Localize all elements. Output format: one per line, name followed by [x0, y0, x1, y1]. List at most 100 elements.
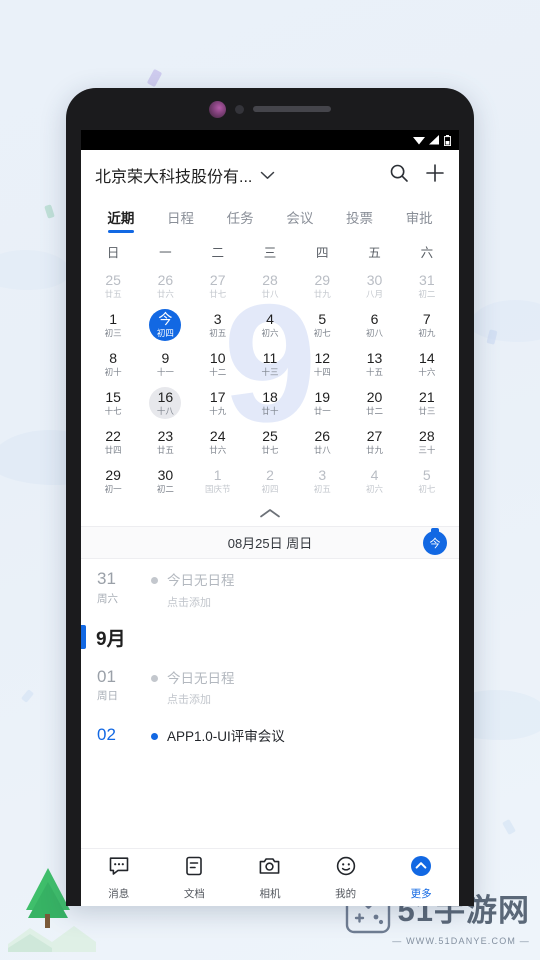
calendar-day-cell[interactable]: 21 廿三 [401, 384, 453, 423]
calendar-day-cell[interactable]: 28 廿八 [244, 267, 296, 306]
calendar-day-lunar: 廿九 [313, 288, 331, 299]
calendar-day-cell[interactable]: 9 十一 [139, 345, 191, 384]
calendar-day-cell[interactable]: 26 廿六 [139, 267, 191, 306]
calendar-day-inner: 15 十七 [97, 387, 129, 419]
calendar-day-lunar: 初四 [261, 483, 279, 494]
calendar-day-cell[interactable]: 31 初二 [401, 267, 453, 306]
calendar-day-lunar: 八月 [366, 288, 384, 299]
calendar-day-cell[interactable]: 1 国庆节 [192, 462, 244, 501]
tab-4[interactable]: 投票 [330, 200, 390, 234]
calendar-day-cell[interactable]: 25 廿五 [87, 267, 139, 306]
agenda-row[interactable]: 01 周日 今日无日程点击添加 [81, 657, 459, 716]
calendar-collapse-button[interactable] [81, 501, 459, 527]
nav-item-相机[interactable]: 相机 [232, 855, 308, 901]
calendar-day-cell[interactable]: 15 十七 [87, 384, 139, 423]
agenda-date-column: 01 周日 [97, 667, 151, 704]
calendar-day-cell[interactable]: 19 廿一 [296, 384, 348, 423]
agenda-event-subtitle[interactable]: 点击添加 [167, 594, 235, 610]
nav-item-更多[interactable]: 更多 [383, 855, 459, 901]
calendar-week-row: 8 初十 9 十一 10 十二 11 十三 12 十四 13 十五 14 十六 [87, 345, 453, 384]
calendar-day-cell[interactable]: 28 三十 [401, 423, 453, 462]
header-actions [389, 163, 445, 188]
calendar-day-cell[interactable]: 6 初八 [348, 306, 400, 345]
calendar-day-cell[interactable]: 22 廿四 [87, 423, 139, 462]
tab-3[interactable]: 会议 [270, 200, 330, 234]
agenda-event-body: 今日无日程 点击添加 [151, 667, 443, 708]
agenda-date-column: 31 周六 [97, 569, 151, 606]
weekday-header-row: 日一二三四五六 [87, 238, 453, 267]
calendar-day-cell[interactable]: 30 初二 [139, 462, 191, 501]
agenda-event-subtitle[interactable]: 点击添加 [167, 691, 235, 707]
calendar-day-cell[interactable]: 26 廿八 [296, 423, 348, 462]
calendar-day-cell[interactable]: 27 廿九 [348, 423, 400, 462]
calendar-day-number: 26 [314, 427, 331, 444]
jump-to-today-button[interactable]: 今 [423, 531, 447, 555]
calendar-day-inner: 19 廿一 [306, 387, 338, 419]
phone-screen: 北京荣大科技股份有... 近期 日程 任务 会议 投票 审批 9 日 一 二 三… [81, 130, 459, 906]
calendar-day-cell[interactable]: 2 初四 [244, 462, 296, 501]
earpiece-speaker [253, 106, 331, 112]
calendar-day-cell[interactable]: 29 廿九 [296, 267, 348, 306]
calendar-day-cell[interactable]: 18 廿十 [244, 384, 296, 423]
calendar-day-cell[interactable]: 24 廿六 [192, 423, 244, 462]
calendar-day-lunar: 初三 [104, 327, 122, 338]
chevron-down-icon[interactable] [260, 171, 275, 180]
agenda-row[interactable]: 31 周六 今日无日程 点击添加 [81, 559, 459, 618]
organization-name[interactable]: 北京荣大科技股份有... [95, 163, 252, 187]
calendar-day-cell[interactable]: 8 初十 [87, 345, 139, 384]
calendar-day-number: 15 [105, 388, 121, 405]
weekday-header-6: 六 [420, 246, 434, 260]
calendar-day-number: 18 [262, 388, 278, 405]
nav-item-消息[interactable]: 消息 [81, 855, 157, 901]
calendar-day-cell[interactable]: 20 廿二 [348, 384, 400, 423]
calendar-day-cell[interactable]: 1 初三 [87, 306, 139, 345]
calendar-day-inner: 4 初六 [359, 465, 391, 497]
calendar-day-inner: 10 十二 [202, 348, 234, 380]
calendar-day-inner: 14 十六 [411, 348, 443, 380]
calendar-day-cell[interactable]: 16 十八 [139, 384, 191, 423]
calendar-day-lunar: 初二 [156, 483, 174, 494]
calendar-day-cell[interactable]: 11 十三 [244, 345, 296, 384]
agenda-row[interactable]: 02 APP1.0-UI评审会议 [81, 715, 459, 754]
nav-item-我的[interactable]: 我的 [308, 855, 384, 901]
calendar-day-inner: 9 十一 [149, 348, 181, 380]
nav-item-文档[interactable]: 文档 [157, 855, 233, 901]
tab-2[interactable]: 任务 [210, 200, 270, 234]
calendar-day-cell[interactable]: 14 十六 [401, 345, 453, 384]
agenda-day-number: 02 [97, 725, 116, 745]
tab-0[interactable]: 近期 [91, 200, 151, 234]
calendar-day-cell[interactable]: 13 十五 [348, 345, 400, 384]
calendar-day-cell[interactable]: 今初四 [139, 306, 191, 345]
calendar-day-number: 3 [318, 466, 327, 483]
calendar-day-cell[interactable]: 3 初五 [296, 462, 348, 501]
calendar-day-cell[interactable]: 27 廿七 [192, 267, 244, 306]
calendar-day-cell[interactable]: 12 十四 [296, 345, 348, 384]
calendar-day-cell[interactable]: 29 初一 [87, 462, 139, 501]
calendar-day-cell[interactable]: 25 廿七 [244, 423, 296, 462]
calendar-day-cell[interactable]: 5 初七 [296, 306, 348, 345]
calendar-day-cell[interactable]: 7 初九 [401, 306, 453, 345]
calendar-day-cell[interactable]: 4 初六 [244, 306, 296, 345]
plus-icon[interactable] [425, 163, 445, 188]
calendar-day-number: 4 [266, 310, 274, 327]
search-icon[interactable] [389, 163, 409, 188]
calendar-day-cell[interactable]: 23 廿五 [139, 423, 191, 462]
battery-icon [444, 134, 451, 146]
month-separator-label: 9月 [96, 628, 126, 650]
calendar-day-cell[interactable]: 10 十二 [192, 345, 244, 384]
agenda-event-text: 今日无日程 点击添加 [167, 670, 235, 708]
calendar-day-lunar: 十二 [209, 366, 227, 377]
tab-5[interactable]: 审批 [389, 200, 449, 234]
phone-device-frame: 北京荣大科技股份有... 近期 日程 任务 会议 投票 审批 9 日 一 二 三… [66, 88, 474, 906]
nav-item-label: 文档 [183, 887, 205, 900]
agenda-event-title: 今日无日程 [167, 670, 235, 686]
calendar-day-cell[interactable]: 30 八月 [348, 267, 400, 306]
calendar-day-cell[interactable]: 17 十九 [192, 384, 244, 423]
tab-1[interactable]: 日程 [151, 200, 211, 234]
calendar-day-cell[interactable]: 3 初五 [192, 306, 244, 345]
calendar-day-lunar: 十三 [261, 366, 279, 377]
calendar-day-lunar: 廿五 [156, 444, 174, 455]
background-confetti [502, 818, 516, 836]
calendar-day-cell[interactable]: 4 初六 [348, 462, 400, 501]
calendar-day-cell[interactable]: 5 初七 [401, 462, 453, 501]
